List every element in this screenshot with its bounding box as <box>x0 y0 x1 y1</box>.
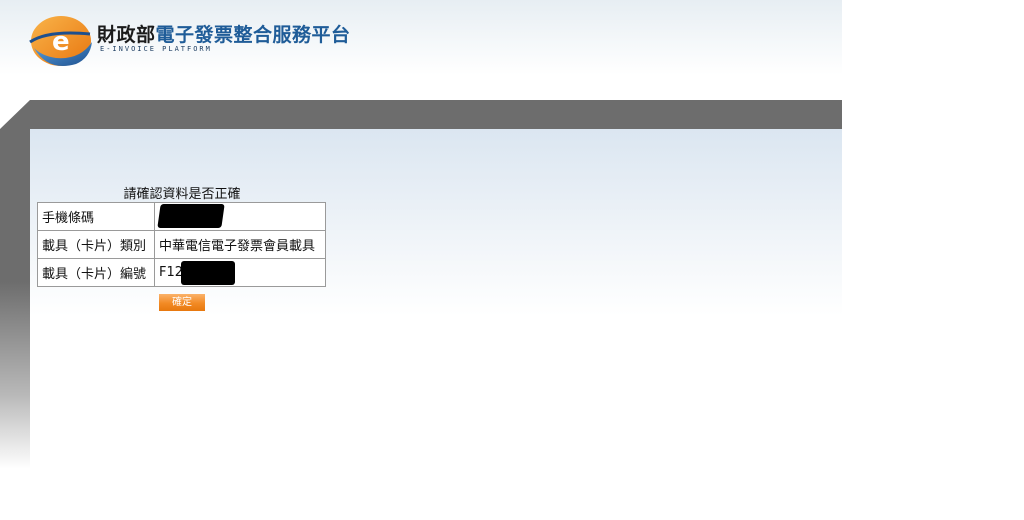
table-row: 載具（卡片）編號 F12 <box>37 258 326 287</box>
site-title: 財政部電子發票整合服務平台 <box>97 20 351 47</box>
carrier-number-text: F12 <box>159 265 184 280</box>
confirm-heading: 請確認資料是否正確 <box>123 187 241 202</box>
frame-top-bar <box>30 100 842 129</box>
carrier-number-value: F12 <box>154 258 326 287</box>
site-logo[interactable]: e 財政部電子發票整合服務平台 E-INVOICE PLATFORM <box>28 8 350 70</box>
carrier-number-label: 載具（卡片）編號 <box>37 258 155 287</box>
table-row: 載具（卡片）類別 中華電信電子發票會員載具 <box>37 230 326 259</box>
page: e 財政部電子發票整合服務平台 E-INVOICE PLATFORM 請確認資料… <box>0 0 1024 520</box>
frame-corner <box>0 100 30 129</box>
confirm-button[interactable]: 確定 <box>159 294 205 311</box>
carrier-type-label: 載具（卡片）類別 <box>37 230 155 259</box>
redacted-mark <box>181 261 235 285</box>
frame-left-bar <box>0 129 30 469</box>
e-invoice-logo-icon: e <box>29 16 92 66</box>
site-title-platform: 電子發票整合服務平台 <box>155 24 351 46</box>
svg-text:e: e <box>52 27 70 57</box>
mobile-barcode-value <box>154 202 326 231</box>
carrier-type-value: 中華電信電子發票會員載具 <box>154 230 326 259</box>
site-title-ministry: 財政部 <box>97 24 156 46</box>
site-subtitle: E-INVOICE PLATFORM <box>100 45 212 53</box>
carrier-info-table: 手機條碼 載具（卡片）類別 中華電信電子發票會員載具 載具（卡片）編號 F12 <box>37 202 326 287</box>
redacted-mark <box>157 204 225 228</box>
table-row: 手機條碼 <box>37 202 326 231</box>
header: e 財政部電子發票整合服務平台 E-INVOICE PLATFORM <box>0 0 842 100</box>
content-area <box>30 129 842 469</box>
mobile-barcode-label: 手機條碼 <box>37 202 155 231</box>
